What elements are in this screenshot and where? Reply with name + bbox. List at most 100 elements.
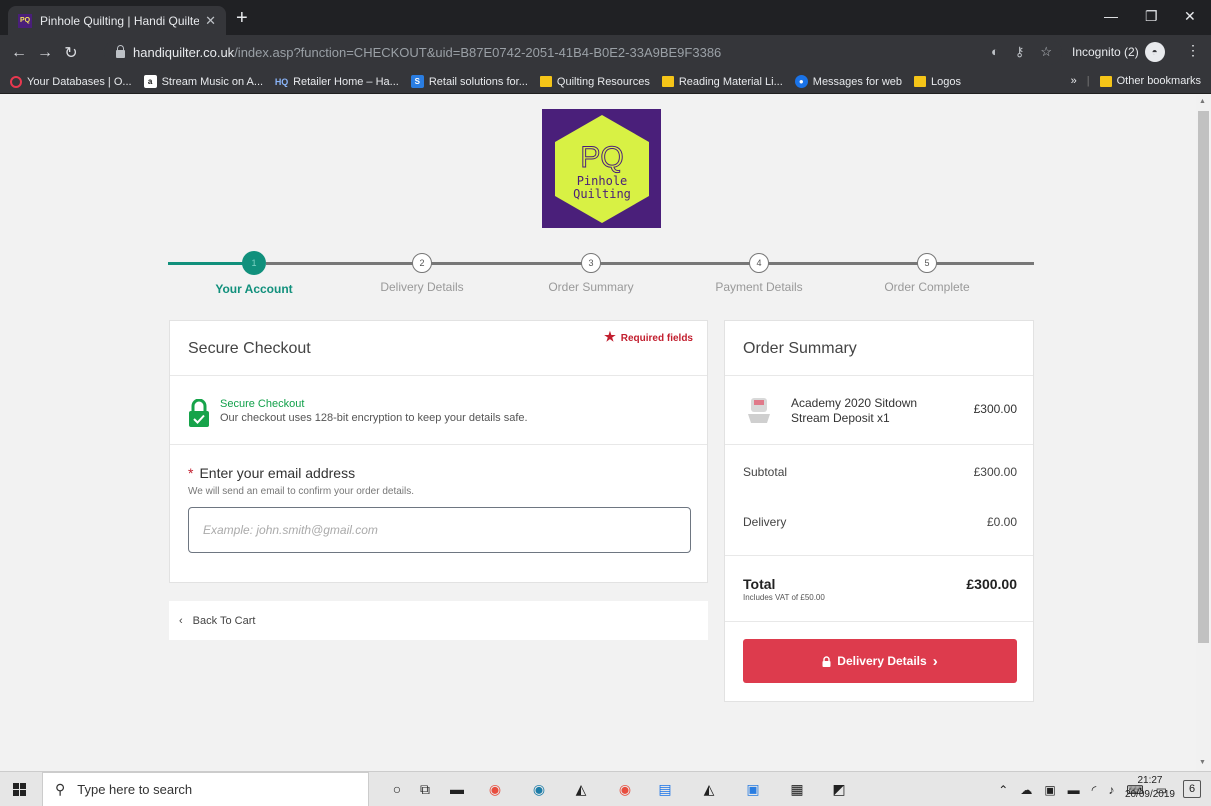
volume-icon[interactable]: ♪ <box>1108 783 1114 797</box>
messages-icon: ● <box>794 75 808 88</box>
browser-tab[interactable]: PQ Pinhole Quilting | Handi Quilter L ✕ <box>8 6 226 35</box>
bookmarks-bar: Your Databases | O... a Stream Music on … <box>0 70 1211 94</box>
tray-chevron-up-icon[interactable]: ⌃ <box>998 783 1008 797</box>
bookmark-label: Retail solutions for... <box>428 75 528 88</box>
bookmark-folder[interactable]: Logos <box>914 76 961 88</box>
scrollbar-thumb[interactable] <box>1198 111 1209 643</box>
order-item-row: Academy 2020 Sitdown Stream Deposit x1 £… <box>725 376 1033 445</box>
incognito-indicator[interactable]: Incognito (2) ◓ <box>1072 42 1165 62</box>
secure-checkout-card: ★ Required fields Secure Checkout Secure … <box>169 320 708 583</box>
address-bar[interactable]: handiquilter.co.uk/index.asp?function=CH… <box>104 40 1062 65</box>
logo-hexagon-icon: PQ Pinhole Quilting <box>554 114 649 223</box>
close-tab-icon[interactable]: ✕ <box>205 13 216 29</box>
chrome-icon[interactable]: ◉ <box>484 779 506 799</box>
back-to-cart-link[interactable]: ‹ Back To Cart <box>169 601 708 640</box>
bookmark-item[interactable]: S Retail solutions for... <box>410 75 528 88</box>
total-value: £300.00 <box>966 576 1017 592</box>
bookmark-folder[interactable]: Reading Material Li... <box>661 76 783 88</box>
reload-icon[interactable]: ↻ <box>58 43 84 63</box>
new-tab-button[interactable]: + <box>236 8 248 28</box>
hq-icon: HQ <box>274 76 289 87</box>
folder-icon <box>539 76 552 87</box>
other-bookmarks-folder[interactable]: Other bookmarks <box>1099 75 1201 87</box>
order-item-name: Academy 2020 Sitdown Stream Deposit x1 <box>791 396 918 425</box>
file-explorer-icon[interactable]: ▬ <box>446 779 468 799</box>
bookmark-item[interactable]: a Stream Music on A... <box>143 75 263 88</box>
delivery-row: Delivery £0.00 <box>725 495 1033 555</box>
order-item-price: £300.00 <box>973 402 1017 416</box>
scroll-up-arrow-icon[interactable]: ▲ <box>1199 98 1206 105</box>
tray-app-icon[interactable]: ▬ <box>1068 783 1080 797</box>
chrome-canary-icon[interactable]: ◉ <box>528 779 550 799</box>
cortana-icon[interactable]: ○ <box>386 779 408 799</box>
bookmarks-overflow-button[interactable]: » <box>1071 75 1077 87</box>
back-arrow-icon[interactable]: ← <box>6 44 32 62</box>
folder-icon <box>1099 75 1112 87</box>
calculator-icon[interactable]: ▦ <box>786 779 808 799</box>
step-label: Order Complete <box>884 280 970 294</box>
bookmark-item[interactable]: HQ Retailer Home – Ha... <box>275 75 399 88</box>
email-label-text: Enter your email address <box>199 465 356 481</box>
notification-center-icon[interactable]: 6 <box>1183 780 1201 798</box>
scroll-down-arrow-icon[interactable]: ▼ <box>1199 759 1206 766</box>
email-section: * Enter your email address We will send a… <box>170 445 707 583</box>
step-number: 1 <box>242 251 266 275</box>
document-icon[interactable]: ▤ <box>654 779 676 799</box>
secure-title: Secure Checkout <box>220 398 305 410</box>
bookmark-folder[interactable]: Quilting Resources <box>539 75 650 88</box>
search-icon: ⚲ <box>55 781 66 797</box>
start-button[interactable] <box>0 772 38 806</box>
bookmark-item[interactable]: Your Databases | O... <box>10 75 132 88</box>
bookmark-label: Quilting Resources <box>556 75 650 88</box>
back-to-cart-label: Back To Cart <box>192 614 256 627</box>
step-label: Delivery Details <box>380 280 464 294</box>
pinhole-favicon-icon: PQ <box>18 13 32 28</box>
tab-title: Pinhole Quilting | Handi Quilter L <box>40 13 200 28</box>
restore-icon[interactable]: ❐ <box>1145 8 1158 25</box>
logo-line2: Quilting <box>573 187 631 201</box>
email-input[interactable] <box>188 507 691 553</box>
page-scrollbar[interactable]: ▲ ▼ <box>1196 95 1211 771</box>
task-view-icon[interactable]: ⧉ <box>414 779 436 799</box>
order-summary-heading: Order Summary <box>725 321 1033 376</box>
minimize-icon[interactable]: — <box>1104 8 1118 24</box>
taskbar-clock[interactable]: 21:27 20/09/2019 <box>1125 774 1175 802</box>
cookie-blocked-icon[interactable]: ◐ <box>991 44 999 60</box>
app-icon[interactable]: ◭ <box>698 779 720 799</box>
pinhole-quilting-logo[interactable]: PQ Pinhole Quilting <box>542 109 661 228</box>
email-label: * Enter your email address <box>188 465 355 481</box>
app-icon[interactable]: ◭ <box>570 779 592 799</box>
delivery-value: £0.00 <box>986 515 1017 529</box>
required-fields-note: ★ Required fields <box>604 329 693 345</box>
taskbar-search-box[interactable]: ⚲ Type here to search <box>42 772 369 806</box>
step-your-account: 1 Your Account <box>194 250 314 296</box>
incognito-label: Incognito (2) <box>1072 45 1139 59</box>
bookmark-label: Retailer Home – Ha... <box>293 75 399 88</box>
bookmark-item[interactable]: ● Messages for web <box>794 75 902 88</box>
menu-kebab-icon[interactable]: ⋮ <box>1186 42 1200 59</box>
close-window-icon[interactable]: ✕ <box>1184 8 1196 25</box>
star-bookmark-icon[interactable]: ☆ <box>1040 44 1052 60</box>
step-label: Payment Details <box>715 280 803 294</box>
folder-icon <box>914 76 927 87</box>
chrome-active-icon[interactable]: ◉ <box>614 779 636 799</box>
key-icon[interactable]: ⚷ <box>1015 44 1025 60</box>
chevron-left-icon: ‹ <box>179 614 183 627</box>
total-row: Total Includes VAT of £50.00 £300.00 <box>725 555 1033 622</box>
browser-tabstrip: PQ Pinhole Quilting | Handi Quilter L ✕ … <box>0 0 1211 35</box>
required-asterisk-icon: ★ <box>604 329 616 344</box>
wifi-icon[interactable]: ◜ <box>1092 783 1097 797</box>
delivery-details-button[interactable]: Delivery Details › <box>743 639 1017 683</box>
tray-app-icon[interactable]: ▣ <box>1044 783 1055 797</box>
padlock-check-icon <box>189 399 209 427</box>
forward-arrow-icon[interactable]: → <box>32 44 58 62</box>
step-label: Order Summary <box>548 280 634 294</box>
delivery-details-label: Delivery Details <box>837 654 927 668</box>
onedrive-icon[interactable]: ☁ <box>1020 783 1032 797</box>
remote-desktop-icon[interactable]: ▣ <box>742 779 764 799</box>
chevron-right-icon: › <box>932 652 938 670</box>
step-number: 3 <box>581 253 601 273</box>
bookmark-label: Your Databases | O... <box>27 75 132 88</box>
step-order-complete: 5 Order Complete <box>867 250 987 294</box>
photos-icon[interactable]: ◩ <box>828 779 850 799</box>
